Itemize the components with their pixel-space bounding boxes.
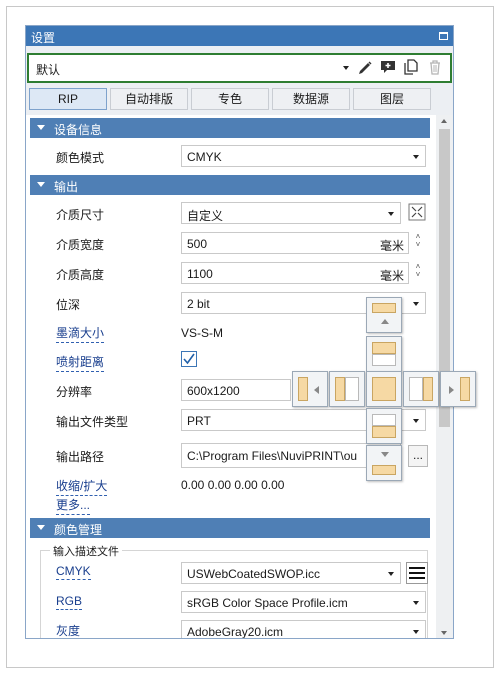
menu-icon[interactable] [406, 562, 428, 584]
tab-bar: RIP 自动排版 专色 数据源 图层 [29, 88, 434, 110]
dock-left-button[interactable] [329, 371, 365, 407]
dock-bottom-edge-button[interactable] [366, 445, 402, 481]
fit-size-icon[interactable] [408, 203, 426, 221]
preset-value: 默认 [36, 63, 61, 77]
dock-center-button[interactable] [366, 371, 402, 407]
scroll-up-icon[interactable] [441, 119, 447, 123]
tab-data-source[interactable]: 数据源 [272, 88, 350, 110]
delete-icon[interactable] [427, 59, 443, 75]
bit-depth-value: 2 bit [187, 297, 210, 311]
jet-distance-label[interactable]: 喷射距离 [56, 353, 105, 372]
jet-distance-checkbox[interactable] [181, 351, 197, 367]
more-link[interactable]: 更多... [56, 496, 91, 515]
section-color-management-label: 颜色管理 [54, 523, 103, 537]
collapse-icon [37, 182, 45, 187]
media-width-spinner[interactable]: ˄ ˅ [413, 233, 423, 249]
preset-select[interactable]: 默认 [32, 58, 352, 78]
resolution-label: 分辨率 [56, 385, 93, 399]
add-comment-icon[interactable] [380, 59, 396, 75]
dock-right-button[interactable] [403, 371, 439, 407]
media-width-input[interactable]: 500 毫米 [181, 232, 409, 254]
tab-spot-color[interactable]: 专色 [191, 88, 269, 110]
section-device-info-label: 设备信息 [54, 123, 103, 137]
media-height-label: 介质高度 [56, 268, 105, 282]
copy-icon[interactable] [403, 59, 419, 75]
restore-icon[interactable] [439, 32, 448, 40]
chevron-down-icon [343, 66, 349, 70]
bit-depth-label: 位深 [56, 298, 81, 312]
tab-auto-layout[interactable]: 自动排版 [110, 88, 188, 110]
cmyk-profile-value: USWebCoatedSWOP.icc [187, 567, 320, 581]
dock-top-edge-button[interactable] [366, 297, 402, 333]
gray-profile-select[interactable]: AdobeGray20.icm [181, 620, 426, 639]
color-mode-select[interactable]: CMYK [181, 145, 426, 167]
resolution-select[interactable]: 600x1200 [181, 379, 291, 401]
preset-toolbar: 默认 [27, 53, 452, 83]
rgb-profile-value: sRGB Color Space Profile.icm [187, 596, 348, 610]
chevron-down-icon [388, 572, 394, 576]
gray-profile-label[interactable]: 灰度 [56, 622, 80, 638]
edit-icon[interactable] [357, 59, 373, 75]
drop-size-value: VS-S-M [181, 326, 223, 340]
browse-path-button[interactable]: ... [408, 445, 428, 467]
resolution-value: 600x1200 [187, 384, 240, 398]
dock-right-edge-button[interactable] [440, 371, 476, 407]
media-height-value: 1100 [187, 267, 213, 281]
output-path-value: C:\Program Files\NuviPRINT\ou [187, 449, 358, 463]
collapse-icon [37, 125, 45, 130]
color-mode-label: 颜色模式 [56, 151, 105, 165]
chevron-down-icon [388, 212, 394, 216]
file-type-value: PRT [187, 414, 211, 428]
panel-title: 设置 [31, 31, 56, 45]
chevron-down-icon [413, 601, 419, 605]
cmyk-profile-label[interactable]: CMYK [56, 564, 91, 580]
chevron-down-icon [413, 302, 419, 306]
dock-left-edge-button[interactable] [292, 371, 328, 407]
gray-profile-value: AdobeGray20.icm [187, 625, 284, 639]
media-height-input[interactable]: 1100 毫米 [181, 262, 409, 284]
media-height-spinner[interactable]: ˄ ˅ [413, 263, 423, 279]
tab-layers[interactable]: 图层 [353, 88, 431, 110]
media-size-value: 自定义 [187, 209, 224, 223]
cmyk-profile-select[interactable]: USWebCoatedSWOP.icc [181, 562, 401, 584]
collapse-icon [37, 525, 45, 530]
section-output[interactable]: 输出 [30, 175, 430, 195]
input-profile-group-label: 输入描述文件 [50, 543, 122, 559]
scale-value: 0.00 0.00 0.00 0.00 [181, 478, 285, 492]
media-size-label: 介质尺寸 [56, 208, 105, 222]
panel-titlebar: 设置 [26, 26, 453, 46]
rgb-profile-select[interactable]: sRGB Color Space Profile.icm [181, 591, 426, 613]
scroll-down-icon[interactable] [441, 631, 447, 635]
media-width-label: 介质宽度 [56, 238, 105, 252]
media-height-unit: 毫米 [379, 269, 404, 283]
section-color-management[interactable]: 颜色管理 [30, 518, 430, 538]
chevron-down-icon [413, 155, 419, 159]
tab-rip[interactable]: RIP [29, 88, 107, 110]
dock-top-button[interactable] [366, 336, 402, 372]
dock-bottom-button[interactable] [366, 408, 402, 444]
section-device-info[interactable]: 设备信息 [30, 118, 430, 138]
output-path-label: 输出路径 [56, 450, 105, 464]
color-mode-value: CMYK [187, 150, 222, 164]
media-size-select[interactable]: 自定义 [181, 202, 401, 224]
scale-label[interactable]: 收缩/扩大 [56, 477, 108, 496]
chevron-down-icon [413, 419, 419, 423]
media-width-value: 500 [187, 237, 208, 251]
media-width-unit: 毫米 [379, 239, 404, 253]
file-type-label: 输出文件类型 [56, 415, 129, 429]
drop-size-label[interactable]: 墨滴大小 [56, 324, 105, 343]
chevron-down-icon [413, 630, 419, 634]
rgb-profile-label[interactable]: RGB [56, 594, 83, 610]
section-output-label: 输出 [54, 180, 79, 194]
